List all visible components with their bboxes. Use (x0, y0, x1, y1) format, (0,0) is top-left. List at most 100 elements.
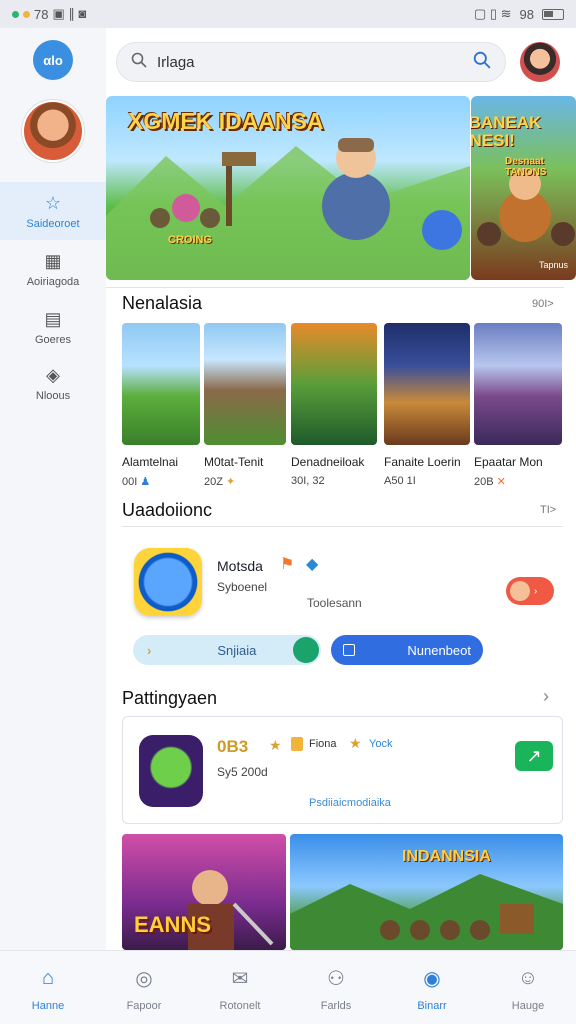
snjiaia-label: Snjiaia (217, 642, 257, 658)
document-icon: ▤ (44, 308, 62, 329)
game-card[interactable]: Epaatar Mon 20B ✕ (474, 323, 562, 488)
app-logo[interactable]: αlo (33, 40, 73, 80)
sidebar-item-saideoroet[interactable]: ☆ Saideoroet (0, 182, 106, 240)
hero-main-title: XGMEK IDAANSA (128, 108, 324, 134)
nav-farlds[interactable]: ⚇ Farlds (288, 951, 384, 1024)
game-card[interactable]: M0tat-Tenit 20Z ✦ (204, 323, 286, 488)
rank-icon: ◉ (423, 968, 441, 990)
nav-label: Rotonelt (219, 999, 261, 1012)
status-time: 78 (34, 6, 49, 22)
sidebar-item-aoiriagoda[interactable]: ▦ Aoiriagoda (0, 250, 106, 289)
pill-avatar (510, 581, 530, 601)
nunenbeot-button[interactable]: Nunenbeot (331, 635, 483, 665)
sidebar: αlo ☆ Saideoroet ▦ Aoiriagoda ▤ Goeres ◈… (0, 28, 106, 950)
nav-binarr[interactable]: ◉ Binarr (384, 951, 480, 1024)
game-card[interactable]: Fanaite Loerin A50 1I (384, 323, 470, 487)
game-meta: 30I, 32 (291, 475, 325, 487)
status-bar: 78 ▣ ∥ ◙ ▢ ▯ ≋ 98 (0, 0, 576, 28)
game-name: Fanaite Loerin (384, 455, 461, 469)
star-icon: ★ (269, 737, 282, 753)
star-hat-icon: ☆ (44, 192, 62, 213)
chip-fiona: Fiona (309, 738, 337, 750)
promo-card-left[interactable]: EANNS (122, 834, 286, 950)
search-submit-icon[interactable] (473, 51, 491, 73)
game-thumbnail (291, 323, 377, 445)
hero-secondary-footer: Tapnus (538, 260, 568, 270)
game-thumbnail (384, 323, 470, 445)
signal-icon: ▢ ▯ ≋ (473, 6, 512, 21)
green-dot-icon (12, 10, 19, 18)
arrow-icon: ↗ (526, 745, 542, 766)
grid-icon: ▦ (44, 250, 62, 271)
search-input[interactable]: Irlaga (157, 54, 473, 71)
card-link[interactable]: Psdiiaicmodiaika (309, 797, 391, 809)
nav-home[interactable]: ⌂ Hanne (0, 951, 96, 1024)
compass-icon: ◎ (135, 968, 153, 990)
sidebar-item-goeres[interactable]: ▤ Goeres (0, 308, 106, 347)
star-icon: ★ (349, 735, 362, 751)
status-right: ▢ ▯ ≋ 98 (474, 6, 564, 22)
notification-icon: ▣ ∥ ◙ (52, 6, 87, 21)
nav-label: Binarr (417, 999, 447, 1012)
yellow-dot-icon (23, 10, 30, 18)
promo-card-right[interactable]: INDANNSIA (290, 834, 563, 950)
bottom-navigation: ⌂ Hanne ◎ Fapoor ✉ Rotonelt ⚇ Farlds ◉ B… (0, 950, 576, 1024)
promo-right-title: INDANNSIA (402, 848, 491, 865)
feature-action-pill[interactable]: › (506, 577, 554, 605)
nav-rotonelt[interactable]: ✉ Rotonelt (192, 951, 288, 1024)
section-title-nenalasia: Nenalasia (122, 293, 203, 313)
search-bar[interactable]: Irlaga (116, 42, 506, 82)
feature-extra: Toolesann (307, 596, 362, 610)
game-thumbnail (474, 323, 562, 445)
sidebar-item-nloous[interactable]: ◈ Nloous (0, 364, 106, 403)
tag-icon: ◈ (46, 364, 60, 385)
game-name: M0tat-Tenit (204, 455, 264, 469)
battery-text: 98 (519, 6, 534, 22)
battery-icon (542, 8, 564, 20)
hero-banner-secondary[interactable]: BEBANEAK NANESI! Desnaat TANONS Tapnus (471, 96, 576, 280)
nav-hauge[interactable]: ☺ Hauge (480, 951, 576, 1024)
blue-badge-icon: ◆ (306, 556, 319, 573)
feature-app-icon[interactable] (134, 548, 202, 616)
snjiaia-button[interactable]: › Snjiaia (133, 635, 321, 665)
hero-banner-main[interactable]: XGMEK IDAANSA CROING (106, 96, 470, 280)
feature-title: Motsda (217, 558, 263, 574)
nav-label: Hanne (31, 999, 65, 1012)
install-button[interactable]: ↗ (515, 741, 553, 771)
sidebar-avatar[interactable] (22, 100, 84, 162)
hero-main-subtitle: CROING (168, 234, 212, 246)
hero-secondary-title: BEBANEAK NANESI! (471, 113, 542, 150)
profile-avatar[interactable] (520, 42, 560, 82)
game-app-icon (139, 735, 203, 807)
badge-icon: ♟ (140, 476, 151, 488)
game-meta: A50 1I (384, 475, 416, 487)
game-thumbnail (204, 323, 286, 445)
chevron-right-icon: › (534, 585, 538, 597)
chip-yock: Yock (369, 738, 393, 750)
nav-fapoor[interactable]: ◎ Fapoor (96, 951, 192, 1024)
sidebar-item-label: Goeres (34, 334, 72, 346)
sidebar-item-label: Nloous (35, 390, 71, 402)
promo-left-title: EANNS (134, 912, 212, 937)
section-more-nenalasia[interactable]: 90I> (532, 298, 554, 310)
nav-label: Hauge (511, 999, 545, 1012)
nav-label: Farlds (320, 999, 352, 1012)
game-card[interactable]: Denadneiloak 30I, 32 (291, 323, 377, 487)
section-divider (106, 287, 564, 288)
rating-value: 0B3 (217, 737, 249, 756)
chevron-right-icon[interactable]: › (543, 686, 549, 707)
sidebar-item-label: Saideoroet (26, 218, 80, 230)
section-title-uaadoiionc: Uaadoiionc (122, 500, 213, 520)
profile-icon: ☺ (517, 967, 539, 989)
orange-badge-icon: ⚑ (280, 556, 295, 573)
mail-icon: ✉ (231, 968, 249, 990)
section-more-uaadoiionc[interactable]: TI> (540, 504, 556, 516)
pattingyaen-card[interactable]: 0B3 ★ Fiona ★ Yock Sy5 200d Psdiiaicmodi… (122, 716, 563, 824)
game-card[interactable]: Alamtelnai 00I ♟ (122, 323, 200, 488)
game-name: Epaatar Mon (474, 455, 543, 469)
coin-icon (291, 737, 303, 751)
section-divider (122, 526, 563, 527)
sidebar-item-label: Aoiriagoda (26, 276, 80, 288)
cross-icon: ✕ (496, 476, 506, 488)
nunenbeot-label: Nunenbeot (407, 642, 471, 658)
